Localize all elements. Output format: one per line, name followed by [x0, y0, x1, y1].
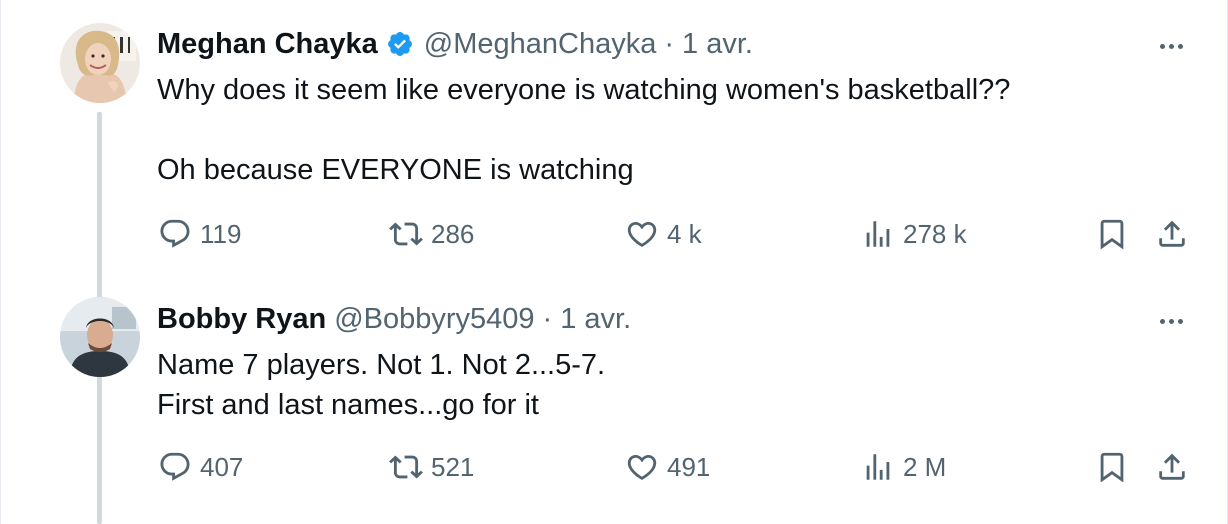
separator-dot: · — [542, 303, 553, 335]
author-handle[interactable]: @MeghanChayka — [424, 26, 657, 62]
retweet-count: 286 — [431, 218, 475, 249]
retweet-button[interactable]: 286 — [389, 214, 474, 254]
bookmark-icon — [1100, 219, 1124, 250]
tweet-text-line: Oh because EVERYONE is watching — [157, 154, 634, 186]
views-button[interactable]: 2 M — [861, 447, 946, 487]
author-name[interactable]: Meghan Chayka — [157, 26, 378, 62]
reply-count: 407 — [200, 451, 244, 482]
verified-badge-icon — [386, 30, 414, 58]
tweet[interactable]: Bobby Ryan @Bobbyry5409 · 1 avr. Name 7 … — [1, 290, 1228, 524]
avatar[interactable] — [60, 23, 140, 103]
retweet-icon — [389, 455, 423, 479]
retweet-count: 521 — [431, 451, 475, 482]
tweet-text-line: Why does it seem like everyone is watchi… — [157, 74, 1011, 106]
tweet-text-line: First and last names...go for it — [157, 389, 539, 421]
tweet-header: Bobby Ryan @Bobbyry5409 · 1 avr. — [157, 301, 631, 337]
more-icon[interactable] — [1153, 303, 1189, 339]
tweet-actions: 119 286 4 k 278 k — [1, 214, 1228, 254]
view-count: 278 k — [903, 218, 967, 249]
tweet-header: Meghan Chayka @MeghanChayka · 1 avr. — [157, 26, 753, 62]
reply-icon — [160, 219, 190, 248]
views-icon — [866, 454, 890, 480]
tweet-text: Name 7 players. Not 1. Not 2...5-7. Firs… — [157, 345, 605, 425]
heart-icon — [627, 221, 657, 247]
like-button[interactable]: 491 — [625, 447, 710, 487]
reply-button[interactable]: 119 — [158, 214, 241, 254]
like-button[interactable]: 4 k — [625, 214, 702, 254]
reply-button[interactable]: 407 — [158, 447, 243, 487]
timestamp[interactable]: 1 avr. — [560, 301, 631, 337]
author-name[interactable]: Bobby Ryan — [157, 301, 326, 337]
heart-icon — [627, 454, 657, 480]
view-count: 2 M — [903, 451, 947, 482]
share-button[interactable] — [1155, 214, 1189, 254]
more-icon[interactable] — [1153, 28, 1189, 64]
tweet-text: Why does it seem like everyone is watchi… — [157, 70, 1010, 190]
share-icon — [1159, 220, 1185, 247]
retweet-button[interactable]: 521 — [389, 447, 474, 487]
tweet-actions: 407 521 491 2 M — [1, 447, 1228, 487]
avatar[interactable] — [60, 297, 140, 377]
like-count: 4 k — [667, 218, 702, 249]
like-count: 491 — [667, 451, 711, 482]
bookmark-icon — [1100, 452, 1124, 483]
thread-container: Meghan Chayka @MeghanChayka · 1 avr. Why… — [0, 0, 1228, 524]
retweet-icon — [389, 222, 423, 246]
bookmark-button[interactable] — [1095, 214, 1129, 254]
avatar-photo-icon — [60, 23, 140, 103]
bookmark-button[interactable] — [1095, 447, 1129, 487]
tweet-text-line: Name 7 players. Not 1. Not 2...5-7. — [157, 349, 606, 381]
tweet[interactable]: Meghan Chayka @MeghanChayka · 1 avr. Why… — [1, 0, 1228, 290]
views-button[interactable]: 278 k — [861, 214, 967, 254]
avatar-photo-icon — [60, 297, 140, 377]
reply-icon — [160, 452, 190, 481]
author-handle[interactable]: @Bobbyry5409 — [334, 301, 534, 337]
reply-count: 119 — [200, 218, 242, 249]
timestamp[interactable]: 1 avr. — [682, 26, 753, 62]
views-icon — [866, 221, 890, 247]
separator-dot: · — [664, 28, 675, 60]
share-button[interactable] — [1155, 447, 1189, 487]
share-icon — [1159, 453, 1185, 480]
